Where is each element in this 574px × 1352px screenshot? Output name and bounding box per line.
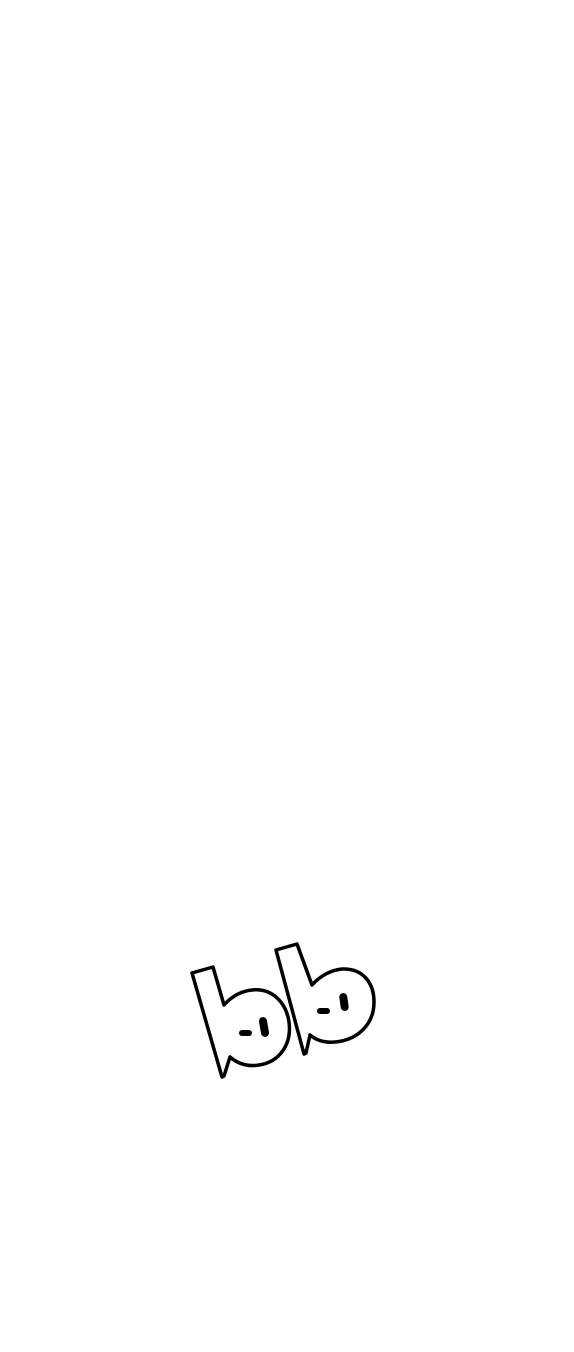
logo-letter-b-1 (190, 965, 292, 1079)
bb-outline-logo-icon (190, 942, 376, 1079)
blank-canvas (0, 0, 574, 1352)
logo-letter-b-2 (274, 942, 376, 1056)
